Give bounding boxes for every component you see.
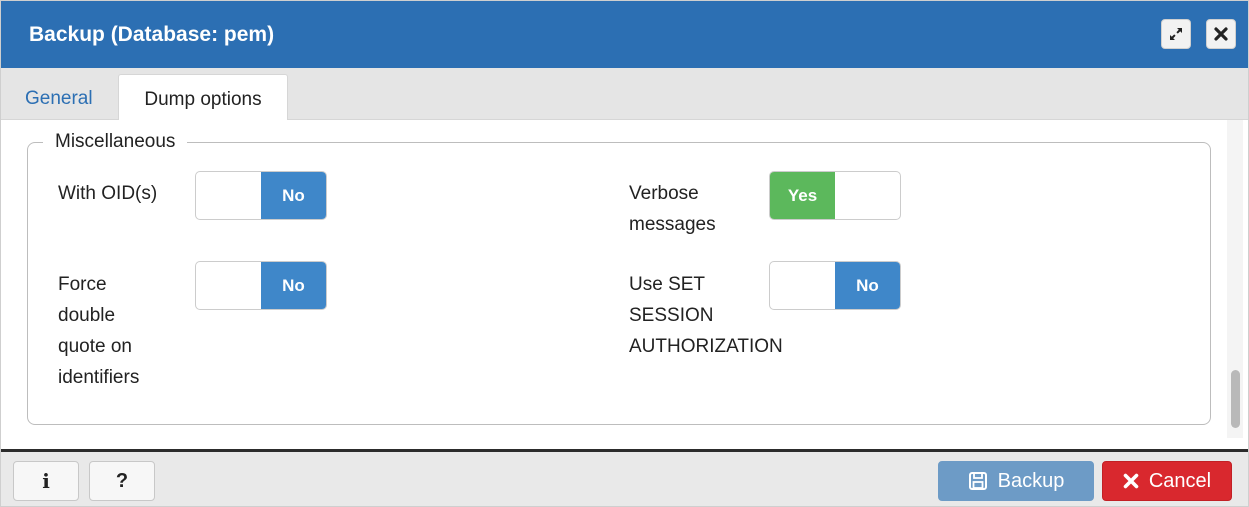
floppy-disk-icon [968, 471, 988, 491]
force-double-quote-label-line: identifiers [58, 367, 140, 388]
use-set-session-authorization-toggle-state: No [835, 262, 900, 309]
dialog-title-bar[interactable]: Backup (Database: pem) [1, 1, 1248, 68]
with-oids-label-line: With OID(s) [58, 183, 158, 204]
force-double-quote-label-line: double [58, 305, 116, 326]
maximize-button[interactable] [1161, 19, 1191, 49]
with-oids-label: With OID(s) [58, 178, 157, 209]
verbose-messages-label-line: Verbose [629, 183, 699, 204]
backup-dialog: Backup (Database: pem) General Dump opti… [0, 0, 1249, 507]
help-icon: ? [115, 469, 129, 492]
info-button[interactable]: i [13, 461, 79, 501]
verbose-messages-toggle[interactable]: Yes [769, 171, 901, 220]
info-icon: i [42, 469, 50, 493]
close-button[interactable] [1206, 19, 1236, 49]
dialog-footer: i ? Backup Cancel [1, 449, 1248, 506]
close-icon [1214, 27, 1228, 41]
use-set-session-label-line: Use SET [629, 274, 706, 295]
force-double-quote-label: Force double quote on identifiers [58, 269, 139, 393]
verbose-messages-label: Verbose messages [629, 178, 716, 240]
force-double-quote-label-line: quote on [58, 336, 132, 357]
with-oids-toggle[interactable]: No [195, 171, 327, 220]
use-set-session-label-line: SESSION [629, 305, 714, 326]
backup-button[interactable]: Backup [938, 461, 1094, 501]
cancel-button-label: Cancel [1148, 469, 1212, 492]
tab-general[interactable]: General [13, 74, 105, 120]
verbose-messages-label-line: messages [629, 214, 716, 235]
help-button[interactable]: ? [89, 461, 155, 501]
with-oids-toggle-state: No [261, 172, 326, 219]
scrollbar-thumb[interactable] [1231, 370, 1240, 428]
x-icon [1123, 473, 1139, 489]
miscellaneous-legend: Miscellaneous [43, 128, 188, 156]
force-double-quote-toggle-state: No [261, 262, 326, 309]
use-set-session-authorization-label: Use SET SESSION AUTHORIZATION [629, 269, 783, 362]
cancel-button[interactable]: Cancel [1102, 461, 1232, 501]
vertical-scrollbar[interactable] [1227, 120, 1243, 438]
force-double-quote-toggle[interactable]: No [195, 261, 327, 310]
dialog-title: Backup (Database: pem) [29, 23, 275, 46]
tab-dump-options[interactable]: Dump options [118, 74, 288, 120]
verbose-messages-toggle-state: Yes [770, 172, 835, 219]
force-double-quote-label-line: Force [58, 274, 107, 295]
tab-bar: General Dump options [1, 68, 1248, 120]
backup-button-label: Backup [997, 469, 1065, 492]
dump-options-panel: Miscellaneous With OID(s) No Force doubl… [1, 120, 1248, 449]
use-set-session-label-line: AUTHORIZATION [629, 336, 783, 357]
expand-icon [1170, 28, 1182, 40]
use-set-session-authorization-toggle[interactable]: No [769, 261, 901, 310]
